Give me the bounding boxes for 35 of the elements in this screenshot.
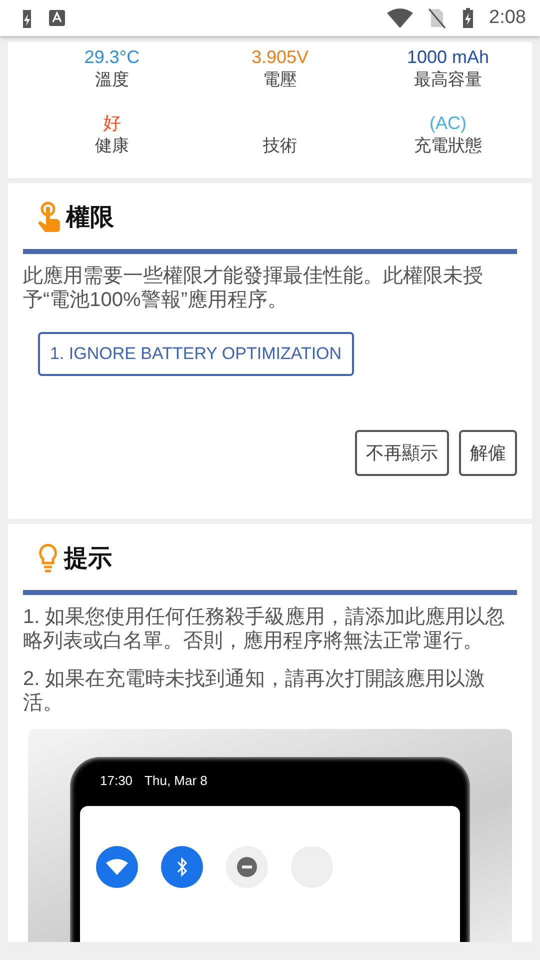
stat-value: 3.905V [251, 46, 309, 68]
dialog-button[interactable]: 解僱 [459, 430, 517, 476]
bluetooth-icon [176, 857, 188, 877]
stat-value: 1000 mAh [406, 46, 490, 68]
phone-date: Thu, Mar 8 [144, 773, 208, 788]
battery-charging-icon [20, 7, 34, 29]
no-sim-icon [427, 7, 448, 29]
wifi-icon [387, 8, 414, 28]
stat-value: (AC) [430, 112, 466, 134]
wifi-tile[interactable] [96, 846, 138, 888]
stat-label: 充電狀態 [414, 135, 482, 157]
tap-icon [36, 201, 62, 233]
dialog-button[interactable]: 不再顯示 [355, 430, 449, 476]
wifi-icon [106, 859, 128, 875]
stat-label: 電壓 [263, 69, 297, 91]
section-title: 提示 [64, 544, 112, 574]
permission-text: 此應用需要一些權限才能發揮最佳性能。此權限未授予“電池100%警報”應用程序。 [23, 264, 484, 312]
stat-value: 29.3°C [84, 46, 140, 68]
text-icon [48, 9, 66, 27]
stat-label: 技術 [263, 135, 297, 157]
section-title: 權限 [66, 203, 114, 233]
stat-label: 最高容量 [414, 69, 482, 91]
stat-label: 溫度 [95, 69, 129, 91]
do-not-disturb-tile[interactable] [226, 846, 268, 888]
clock: 2:08 [489, 7, 526, 29]
minus-circle-icon [237, 857, 257, 877]
battery-charging-icon [461, 7, 476, 29]
tip-text: 2. 如果在充電時未找到通知，請再次打開該應用以激活。 [23, 667, 486, 715]
ignore-optimization-button[interactable]: 1. IGNORE BATTERY OPTIMIZATION [38, 332, 354, 376]
stat-label: 健康 [95, 135, 129, 157]
phone-time: 17:30 [100, 773, 133, 788]
lightbulb-icon [36, 542, 60, 574]
bluetooth-tile[interactable] [161, 846, 203, 888]
stat-value: 好 [103, 112, 121, 134]
tip-text: 1. 如果您使用任何任務殺手級應用，請添加此應用以忽略列表或白名單。否則，應用程序將無法正常運行。 [23, 605, 506, 653]
